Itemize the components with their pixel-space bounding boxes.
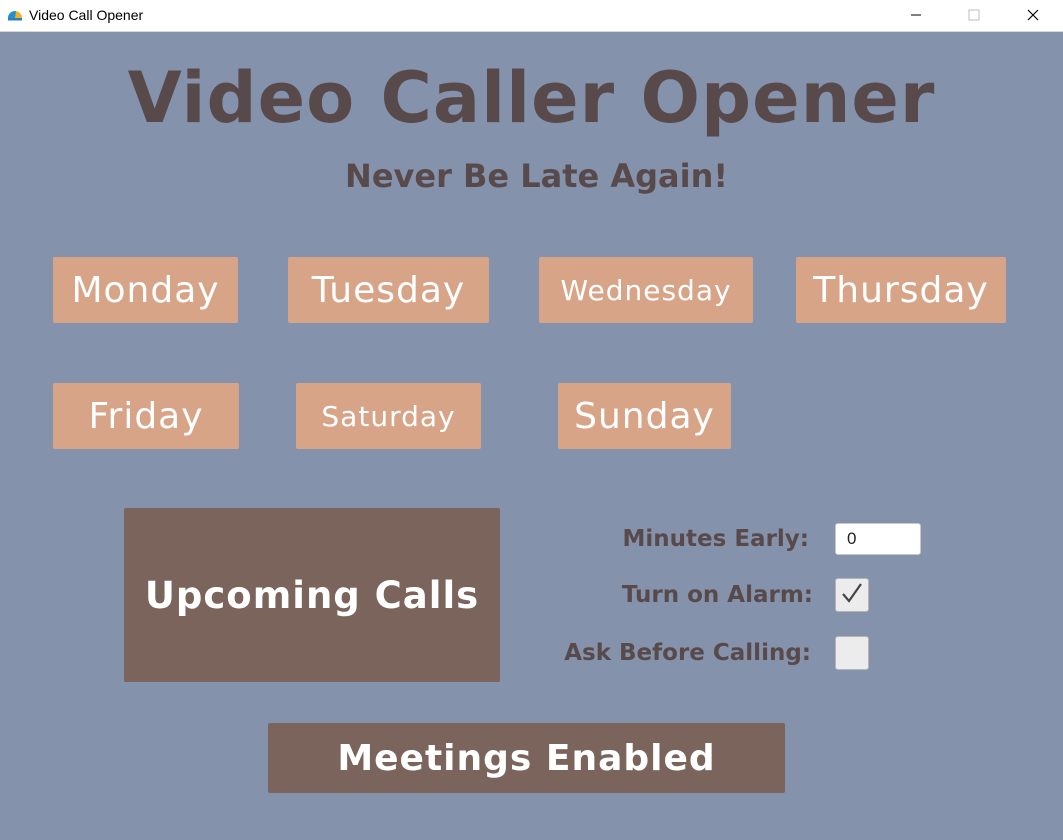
minimize-icon — [910, 6, 922, 25]
window-titlebar: Video Call Opener — [0, 0, 1063, 32]
ask-before-calling-checkbox[interactable] — [835, 636, 869, 670]
minutes-early-input[interactable]: 0 — [835, 523, 921, 555]
minutes-early-label: Minutes Early: — [622, 526, 809, 552]
page-subtitle: Never Be Late Again! — [345, 157, 728, 195]
day-button-saturday[interactable]: Saturday — [296, 383, 481, 449]
day-button-sunday[interactable]: Sunday — [558, 383, 731, 449]
day-button-thursday[interactable]: Thursday — [796, 257, 1006, 323]
day-button-monday[interactable]: Monday — [53, 257, 238, 323]
maximize-button[interactable] — [951, 0, 997, 31]
app-icon — [7, 8, 23, 24]
checkmark-icon — [840, 581, 864, 609]
window-title: Video Call Opener — [29, 7, 144, 23]
close-icon — [1027, 6, 1039, 25]
maximize-icon — [968, 6, 980, 25]
day-button-friday[interactable]: Friday — [53, 383, 239, 449]
meetings-enabled-button[interactable]: Meetings Enabled — [268, 723, 785, 793]
alarm-checkbox[interactable] — [835, 578, 869, 612]
day-button-tuesday[interactable]: Tuesday — [288, 257, 489, 323]
ask-before-calling-label: Ask Before Calling: — [564, 640, 811, 666]
page-title: Video Caller Opener — [127, 57, 936, 139]
close-button[interactable] — [1010, 0, 1056, 31]
day-button-wednesday[interactable]: Wednesday — [539, 257, 753, 323]
minimize-button[interactable] — [893, 0, 939, 31]
alarm-label: Turn on Alarm: — [621, 582, 813, 608]
upcoming-calls-button[interactable]: Upcoming Calls — [124, 508, 500, 682]
